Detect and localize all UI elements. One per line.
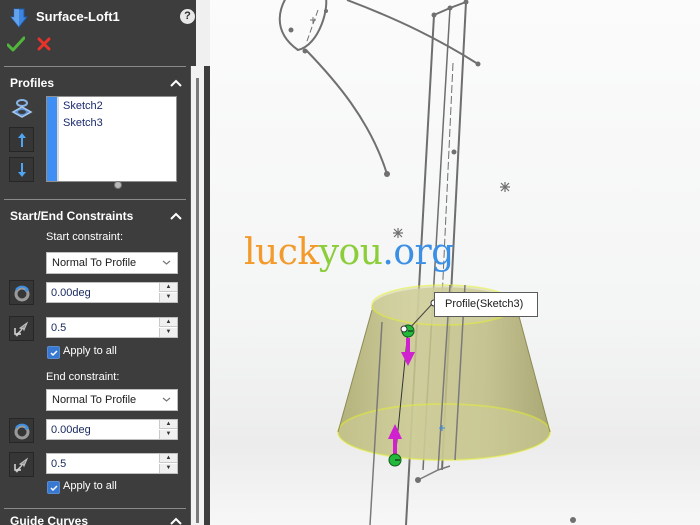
sketch-guide-curve-lower[interactable] bbox=[305, 49, 388, 175]
draft-angle-icon-button bbox=[9, 418, 34, 443]
arrow-up-icon bbox=[18, 133, 26, 147]
tangent-length-icon-button bbox=[9, 316, 34, 341]
start-constraint-label: Start constraint: bbox=[46, 231, 124, 243]
spin-up-arrow[interactable]: ▲ bbox=[159, 454, 177, 463]
property-manager-header: Surface-Loft1 ? bbox=[0, 0, 196, 66]
end-constraint-label: End constraint: bbox=[46, 371, 120, 383]
divider bbox=[4, 199, 186, 200]
end-tangent-length-input[interactable] bbox=[47, 454, 159, 473]
collapse-chevron-up-icon[interactable] bbox=[170, 212, 182, 220]
start-tangent-length-spinbox[interactable]: ▲ ▼ bbox=[46, 317, 178, 338]
panel-scrollbar[interactable] bbox=[190, 66, 204, 525]
watermark-part: luck bbox=[244, 232, 319, 273]
spin-up-arrow[interactable]: ▲ bbox=[159, 420, 177, 429]
sketch-origin-marker bbox=[393, 182, 510, 238]
draft-angle-icon bbox=[14, 423, 30, 440]
apply-to-all-label[interactable]: Apply to all bbox=[63, 345, 117, 357]
spin-up-arrow[interactable]: ▲ bbox=[159, 283, 177, 292]
sketch-ellipse-top[interactable] bbox=[278, 0, 328, 52]
guide-curves-section-title[interactable]: Guide Curves bbox=[10, 514, 88, 525]
spin-down-arrow[interactable]: ▼ bbox=[159, 464, 177, 473]
apply-to-all-label[interactable]: Apply to all bbox=[63, 480, 117, 492]
collapse-chevron-up-icon[interactable] bbox=[170, 517, 182, 525]
start-draft-angle-spinbox[interactable]: ▲ ▼ bbox=[46, 282, 178, 303]
ok-checkmark-icon[interactable] bbox=[7, 36, 25, 52]
feature-title: Surface-Loft1 bbox=[36, 9, 120, 24]
arrow-down-icon bbox=[18, 163, 26, 177]
checkmark-icon bbox=[50, 485, 58, 492]
spin-down-arrow[interactable]: ▼ bbox=[159, 430, 177, 439]
sketch-guide-curve-upper[interactable] bbox=[346, 0, 479, 65]
tangent-length-icon bbox=[14, 321, 29, 337]
start-draft-angle-input[interactable] bbox=[47, 283, 159, 302]
divider bbox=[4, 66, 186, 67]
tangent-length-icon-button bbox=[9, 452, 34, 477]
end-draft-angle-spinbox[interactable]: ▲ ▼ bbox=[46, 419, 178, 440]
list-resize-handle[interactable] bbox=[114, 181, 122, 189]
end-constraint-dropdown[interactable]: Normal To Profile bbox=[46, 389, 178, 411]
watermark-text: luckyou.org bbox=[244, 232, 454, 273]
start-constraint-dropdown[interactable]: Normal To Profile bbox=[46, 252, 178, 274]
move-down-button[interactable] bbox=[9, 157, 34, 182]
spin-down-arrow[interactable]: ▼ bbox=[159, 328, 177, 337]
cancel-x-icon[interactable] bbox=[37, 37, 51, 51]
graphics-viewport[interactable]: luckyou.org Profile(Sketch3) bbox=[210, 0, 700, 525]
start-tangent-length-input[interactable] bbox=[47, 318, 159, 337]
profile-callout[interactable]: Profile(Sketch3) bbox=[434, 292, 538, 317]
constraints-section-title[interactable]: Start/End Constraints bbox=[10, 209, 133, 223]
checkbox-checked[interactable] bbox=[47, 346, 60, 359]
checkbox-checked[interactable] bbox=[47, 481, 60, 494]
chevron-down-icon bbox=[162, 260, 171, 265]
loft-surface-icon bbox=[10, 8, 28, 28]
sketch-point bbox=[415, 477, 421, 483]
profiles-section-title[interactable]: Profiles bbox=[10, 76, 54, 90]
watermark-part: you bbox=[318, 232, 383, 273]
divider bbox=[4, 508, 186, 509]
end-tangent-length-spinbox[interactable]: ▲ ▼ bbox=[46, 453, 178, 474]
tangent-length-icon bbox=[14, 457, 29, 473]
draft-angle-icon-button bbox=[9, 280, 34, 305]
end-draft-angle-input[interactable] bbox=[47, 420, 159, 439]
connector-handle-bottom[interactable] bbox=[388, 453, 402, 467]
end-constraint-value: Normal To Profile bbox=[52, 394, 137, 406]
watermark-part: .org bbox=[382, 232, 454, 273]
scrollbar-thumb[interactable] bbox=[196, 78, 199, 523]
sketch-point bbox=[431, 0, 481, 155]
help-icon[interactable]: ? bbox=[180, 9, 195, 24]
move-up-button[interactable] bbox=[9, 127, 34, 152]
start-constraint-value: Normal To Profile bbox=[52, 257, 137, 269]
spin-up-arrow[interactable]: ▲ bbox=[159, 318, 177, 327]
draft-angle-icon bbox=[14, 285, 30, 302]
profiles-list[interactable]: Sketch2 Sketch3 bbox=[46, 96, 177, 182]
profiles-list-color-bar bbox=[47, 97, 59, 181]
profile-item[interactable]: Sketch2 bbox=[63, 100, 103, 112]
profile-item[interactable]: Sketch3 bbox=[63, 117, 103, 129]
property-manager-panel: Surface-Loft1 ? Profiles Sketch2 Sketch3 bbox=[0, 0, 196, 525]
spin-down-arrow[interactable]: ▼ bbox=[159, 293, 177, 302]
select-profiles-icon[interactable] bbox=[11, 97, 33, 121]
sketch-point bbox=[384, 171, 390, 177]
collapse-chevron-up-icon[interactable] bbox=[170, 79, 182, 87]
chevron-down-icon bbox=[162, 397, 171, 402]
sketch-point bbox=[570, 517, 576, 523]
checkmark-icon bbox=[50, 350, 58, 357]
